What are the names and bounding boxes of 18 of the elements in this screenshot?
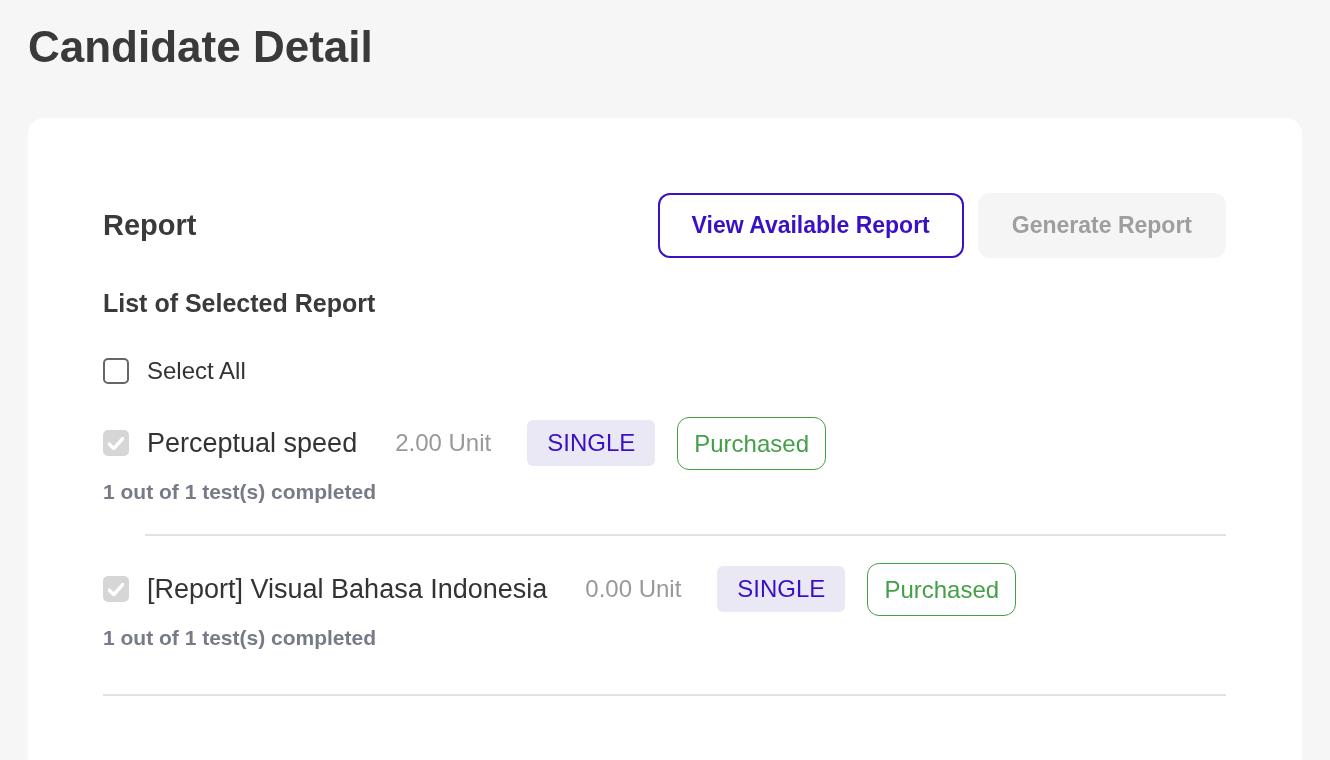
type-badge: SINGLE (527, 420, 656, 466)
check-icon (108, 582, 124, 596)
progress-text: 1 out of 1 test(s) completed (103, 626, 378, 650)
report-heading: Report (103, 208, 197, 242)
checkbox-label: Select All (147, 357, 246, 385)
list-heading: List of Selected Report (103, 289, 377, 318)
progress-text: 1 out of 1 test(s) completed (103, 480, 378, 504)
report-name: [Report] Visual Bahasa Indonesia (147, 573, 548, 605)
page-title: Candidate Detail (28, 21, 374, 73)
unit-count: 2.00 Unit (395, 429, 492, 457)
status-badge: Purchased (677, 416, 826, 470)
view-report-button[interactable]: View Available Report (657, 192, 964, 258)
unit-count: 0.00 Unit (585, 575, 682, 603)
report-name: Perceptual speed (147, 427, 358, 459)
type-badge: SINGLE (717, 566, 846, 612)
checkbox[interactable] (103, 358, 129, 384)
check-icon (108, 436, 124, 450)
status-badge: Purchased (867, 562, 1017, 616)
